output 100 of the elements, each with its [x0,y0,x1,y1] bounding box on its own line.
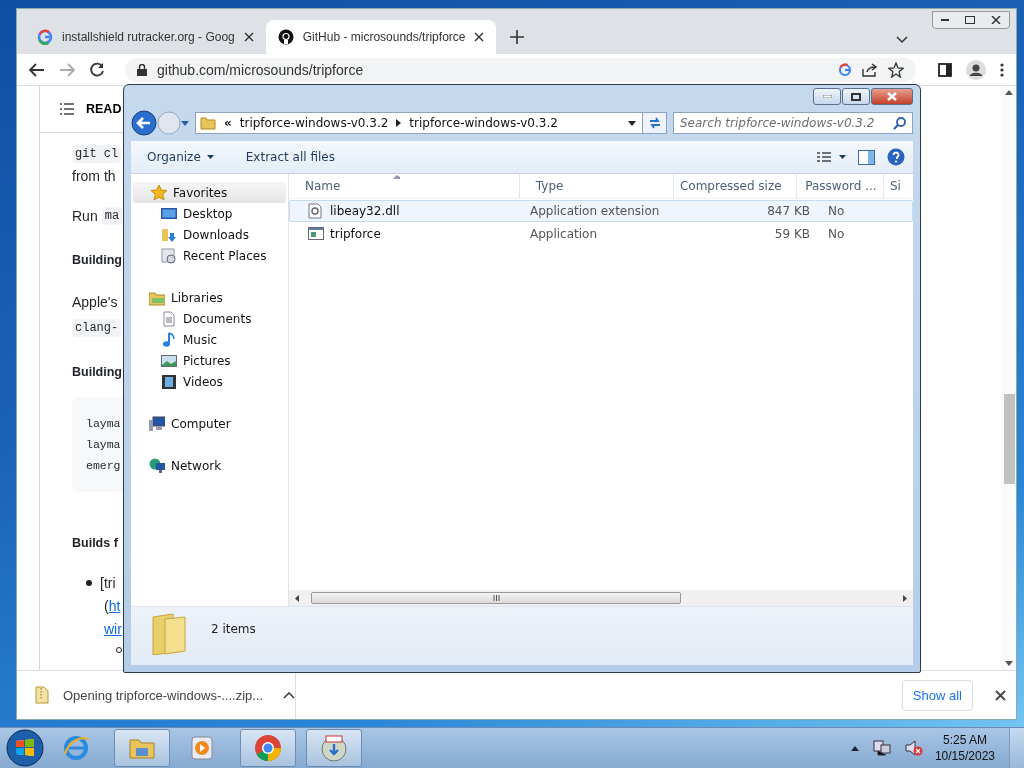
folder-icon [151,613,187,655]
breadcrumb-arrow-icon[interactable] [396,119,402,127]
link[interactable]: wir [104,621,122,637]
window-controls[interactable] [932,11,1010,29]
column-header[interactable]: Type [519,174,674,198]
column-header[interactable]: Name [289,174,520,198]
nav-item[interactable]: Videos [131,371,288,392]
recent-places-icon [161,247,177,264]
column-header[interactable]: Password ... [797,174,884,198]
star-icon [151,184,167,201]
nav-item[interactable]: Documents [131,308,288,329]
application-icon [308,226,324,242]
close-icon[interactable] [474,32,485,42]
maximize-icon [851,92,861,101]
taskbar-button[interactable] [114,729,170,767]
overflow-chevron[interactable]: « [224,116,232,130]
menu-icon[interactable] [1000,62,1004,77]
taskbar-button[interactable] [306,729,362,767]
file-name: tripforce [330,227,381,241]
scroll-up-icon [1004,90,1013,95]
scrollbar[interactable] [1001,86,1016,670]
file-row[interactable]: tripforce Application 59 KB No [289,223,913,245]
clock[interactable]: 5:25 AM 10/15/2023 [934,732,995,764]
side-panel-icon[interactable] [938,62,952,77]
scroll-thumb[interactable] [311,592,681,604]
address-bar[interactable]: github.com/microsounds/tripforce [125,57,916,82]
preview-pane-icon[interactable] [858,149,875,165]
show-hidden-icons-icon[interactable] [850,745,859,751]
browser-tab[interactable]: installshield rutracker.org - Goog [25,20,266,54]
link[interactable]: ht [108,598,121,614]
star-icon[interactable] [888,61,904,78]
nav-item[interactable]: Desktop [131,203,288,224]
refresh-button[interactable] [643,112,667,134]
column-header[interactable]: Compressed size [673,174,798,198]
paragraph-text: Apple's [72,294,118,310]
scroll-thumb[interactable] [1003,394,1015,484]
code-line: layma [86,416,122,432]
volume-muted-icon[interactable] [904,739,923,757]
folder-icon [200,116,216,130]
nav-item[interactable]: Computer [131,413,288,434]
zip-file-icon [35,686,49,704]
new-tab-icon[interactable] [510,30,525,44]
file-size: 847 KB [767,204,810,218]
breadcrumb[interactable]: tripforce-windows-v0.3.2 [239,116,389,130]
file-size: 59 KB [774,227,810,241]
share-icon[interactable] [862,62,878,77]
close-button[interactable] [871,88,913,105]
toolbar-button[interactable]: Extract all files [239,146,341,168]
scrollbar[interactable] [289,590,913,606]
nav-item[interactable]: Downloads [131,224,288,245]
inline-code: clang- [72,319,122,337]
nav-item[interactable]: Recent Places [131,245,288,266]
chevron-down-icon[interactable] [896,36,908,44]
file-type: Application extension [530,204,660,218]
toolbar-button[interactable]: Organize [141,146,220,168]
browser-icon [62,734,90,762]
minimize-button[interactable] [813,88,841,105]
reload-icon[interactable] [89,61,105,78]
network-icon [149,457,165,474]
start-button-icon[interactable] [6,729,44,767]
nav-item[interactable]: Libraries [131,287,288,308]
installer-icon [320,734,348,762]
view-options-icon[interactable] [816,151,846,163]
list-icon[interactable] [60,103,74,115]
file-type: Application [530,227,598,241]
dll-file-icon [308,203,324,219]
password-status: No [828,227,845,241]
google-icon[interactable] [838,62,852,77]
nav-item[interactable]: Favorites [133,182,286,203]
show-all-button[interactable]: Show all [901,679,973,711]
grip-icon [492,595,500,601]
column-header[interactable]: Si [884,174,913,198]
film-icon [161,373,177,390]
close-icon[interactable] [995,689,1006,701]
nav-item[interactable]: Music [131,329,288,350]
file-row[interactable]: libeay32.dll Application extension 847 KB No [289,200,913,222]
tab-title: installshield rutracker.org - Goog [62,30,235,44]
file-name: libeay32.dll [330,204,400,218]
media-player-icon [188,734,216,762]
nav-item[interactable]: Network [131,455,288,476]
profile-icon[interactable] [966,59,986,80]
help-icon[interactable] [887,148,905,166]
chevron-down-icon[interactable] [181,120,189,126]
dropdown-arrow-icon [206,155,214,159]
maximize-button[interactable] [842,88,870,105]
music-note-icon [161,331,177,348]
dropdown-arrow-icon[interactable] [628,120,636,126]
network-icon[interactable] [872,739,891,757]
chrome-icon [254,734,282,762]
address-bar[interactable]: « tripforce-windows-v0.3.2 tripforce-windows-v0.3.2 [195,112,643,134]
github-icon [277,29,294,45]
readme-heading: READ [86,102,122,116]
browser-tab[interactable]: GitHub - microsounds/tripforce [265,20,497,54]
taskbar-button[interactable] [240,729,296,767]
close-icon[interactable] [243,32,254,42]
libraries-icon [149,289,165,306]
back-arrow-icon[interactable] [29,62,45,77]
nav-item[interactable]: Pictures [131,350,288,371]
search-field[interactable]: Search tripforce-windows-v0.3.2 [673,112,913,134]
breadcrumb[interactable]: tripforce-windows-v0.3.2 [409,116,558,130]
